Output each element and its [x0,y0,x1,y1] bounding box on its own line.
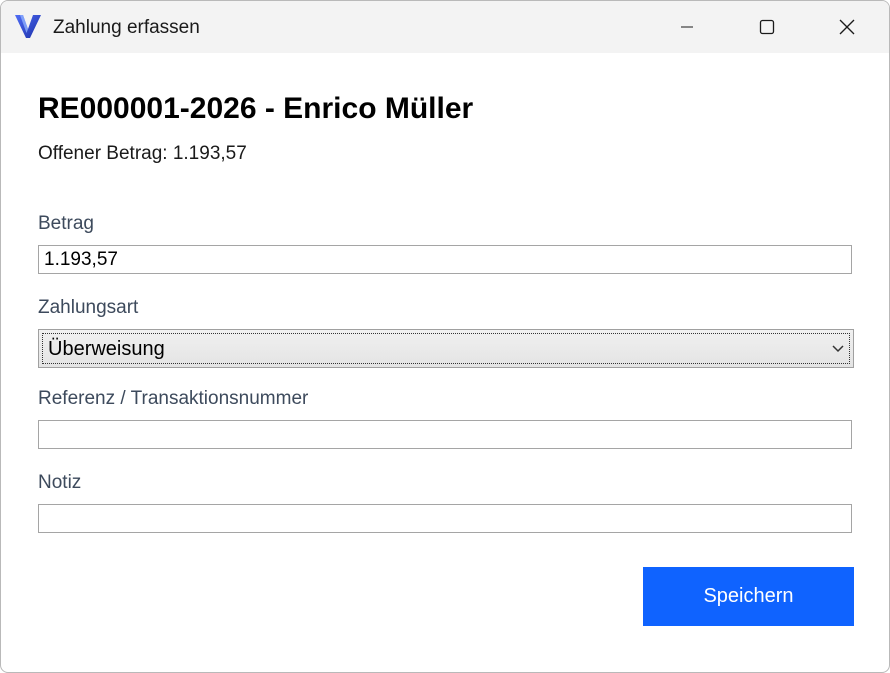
open-amount-text: Offener Betrag: 1.193,57 [38,143,247,164]
payment-method-value: Überweisung [48,338,165,360]
amount-label: Betrag [38,213,94,234]
reference-input[interactable] [38,420,852,449]
invoice-heading: RE000001-2026 - Enrico Müller [38,92,474,125]
title-bar[interactable]: Zahlung erfassen [1,1,889,53]
save-button[interactable]: Speichern [643,567,854,626]
maximize-icon [759,19,775,35]
minimize-button[interactable] [647,1,727,53]
minimize-icon [681,26,693,28]
payment-method-select[interactable]: Überweisung [38,329,854,368]
note-label: Notiz [38,472,82,493]
close-button[interactable] [807,1,887,53]
amount-input[interactable]: 1.193,57 [38,245,852,274]
close-icon [839,19,855,35]
window-title: Zahlung erfassen [53,17,200,38]
v-logo-icon [15,15,41,38]
note-input[interactable] [38,504,852,533]
payment-dialog-window: Zahlung erfassen RE000001-2026 - Enrico … [0,0,890,673]
payment-method-label: Zahlungsart [38,297,139,318]
dialog-content: RE000001-2026 - Enrico Müller Offener Be… [1,53,889,672]
maximize-button[interactable] [727,1,807,53]
reference-label: Referenz / Transaktionsnummer [38,388,309,409]
chevron-down-icon [832,345,844,353]
